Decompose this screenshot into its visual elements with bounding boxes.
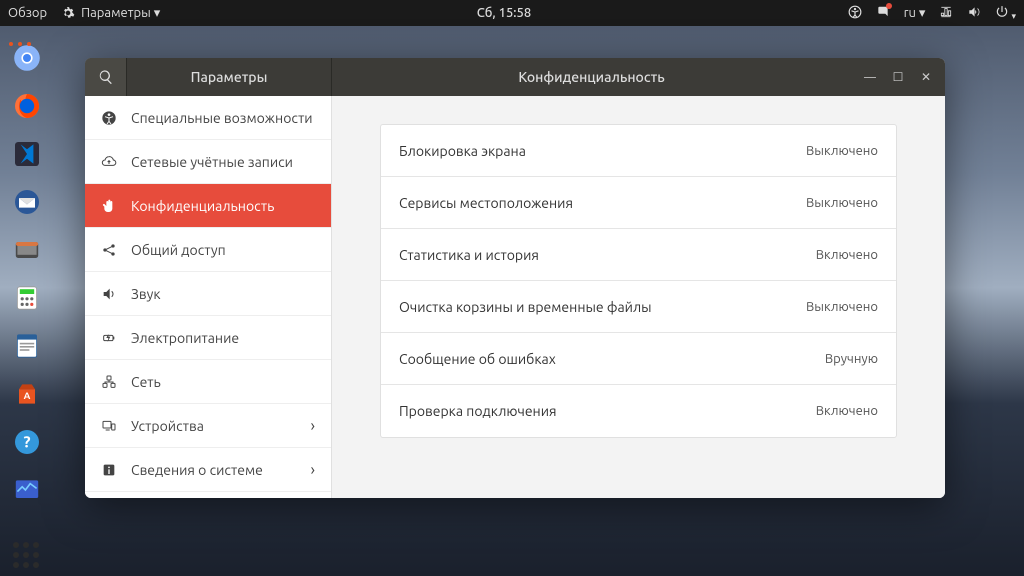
chevron-right-icon: › [311,461,316,479]
sidebar-item-share[interactable]: Общий доступ [85,228,331,272]
close-button[interactable]: ✕ [917,68,935,86]
row-label: Блокировка экрана [399,143,526,159]
sidebar-item-devices[interactable]: Устройства › [85,404,331,448]
dock-item-monitor[interactable] [7,470,47,510]
sidebar-item-hand[interactable]: Конфиденциальность [85,184,331,228]
apps-grid-button[interactable] [7,536,47,576]
sidebar-item-label: Специальные возможности [131,110,313,126]
svg-text:?: ? [23,434,30,452]
info-icon [101,462,117,478]
dock-item-thunderbird[interactable] [7,182,47,222]
settings-window: Параметры Конфиденциальность — ☐ ✕ Специ… [85,58,945,498]
power-icon [101,330,117,346]
row-label: Очистка корзины и временные файлы [399,299,652,315]
dock-item-software[interactable]: A [7,374,47,414]
sidebar-item-label: Звук [131,286,161,302]
messaging-indicator[interactable] [876,5,890,22]
sidebar-item-info[interactable]: Сведения о системе › [85,448,331,492]
accessibility-icon [101,110,117,126]
privacy-panel: Блокировка экранаВыключеноСервисы местоп… [380,124,897,438]
settings-row[interactable]: Блокировка экрана Выключено [381,125,896,177]
devices-icon [101,418,117,434]
activities-button[interactable]: Обзор [8,6,47,20]
network-icon [101,374,117,390]
network-indicator[interactable] [939,5,953,22]
row-value: Выключено [806,144,878,158]
settings-row[interactable]: Сервисы местоположения Выключено [381,177,896,229]
sidebar-item-label: Конфиденциальность [131,198,274,214]
row-label: Сообщение об ошибках [399,351,556,367]
accessibility-indicator[interactable] [848,5,862,22]
search-icon [98,69,114,85]
dock-item-chromium[interactable] [7,38,47,78]
top-bar: Обзор Параметры ▾ Сб, 15:58 ru ▾ ▾ [0,0,1024,26]
dock-item-screenshot[interactable] [7,230,47,270]
titlebar[interactable]: Параметры Конфиденциальность — ☐ ✕ [85,58,945,96]
sidebar-item-label: Сеть [131,374,161,390]
svg-text:A: A [24,390,31,401]
gear-icon [61,6,75,20]
dock-item-calculator[interactable] [7,278,47,318]
hand-icon [101,198,117,214]
sidebar: Специальные возможности Сетевые учётные з… [85,96,332,498]
grid-icon [13,542,41,570]
sidebar-item-accessibility[interactable]: Специальные возможности [85,96,331,140]
row-label: Статистика и история [399,247,539,263]
settings-row[interactable]: Статистика и история Включено [381,229,896,281]
settings-row[interactable]: Очистка корзины и временные файлы Выключе… [381,281,896,333]
power-indicator[interactable]: ▾ [995,5,1016,22]
sidebar-item-label: Сетевые учётные записи [131,154,293,170]
cloud-sync-icon [101,154,117,170]
row-value: Выключено [806,196,878,210]
share-icon [101,242,117,258]
clock[interactable]: Сб, 15:58 [160,6,847,20]
sidebar-item-label: Общий доступ [131,242,226,258]
keyboard-layout-indicator[interactable]: ru ▾ [904,6,926,21]
dock: A ? [0,26,54,576]
window-title: Конфиденциальность [332,69,851,85]
settings-row[interactable]: Сообщение об ошибках Вручную [381,333,896,385]
dock-item-firefox[interactable] [7,86,47,126]
search-button[interactable] [85,58,127,96]
settings-row[interactable]: Проверка подключения Включено [381,385,896,437]
sidebar-item-label: Устройства [131,418,204,434]
row-value: Вручную [825,352,878,366]
chevron-right-icon: › [311,417,316,435]
volume-indicator[interactable] [967,5,981,22]
row-label: Сервисы местоположения [399,195,573,211]
minimize-button[interactable]: — [861,68,879,86]
dock-item-vscode[interactable] [7,134,47,174]
sidebar-item-power[interactable]: Электропитание [85,316,331,360]
sidebar-item-sound[interactable]: Звук [85,272,331,316]
content-area: Блокировка экранаВыключеноСервисы местоп… [332,96,945,498]
sidebar-title: Параметры [127,58,332,96]
maximize-button[interactable]: ☐ [889,68,907,86]
sound-icon [101,286,117,302]
sidebar-item-network[interactable]: Сеть [85,360,331,404]
sidebar-item-label: Сведения о системе [131,462,263,478]
dock-item-help[interactable]: ? [7,422,47,462]
dock-item-writer[interactable] [7,326,47,366]
sidebar-item-cloud-sync[interactable]: Сетевые учётные записи [85,140,331,184]
row-label: Проверка подключения [399,403,557,419]
row-value: Включено [816,404,878,418]
app-menu-button[interactable]: Параметры ▾ [61,6,160,21]
row-value: Включено [816,248,878,262]
sidebar-item-label: Электропитание [131,330,239,346]
row-value: Выключено [806,300,878,314]
